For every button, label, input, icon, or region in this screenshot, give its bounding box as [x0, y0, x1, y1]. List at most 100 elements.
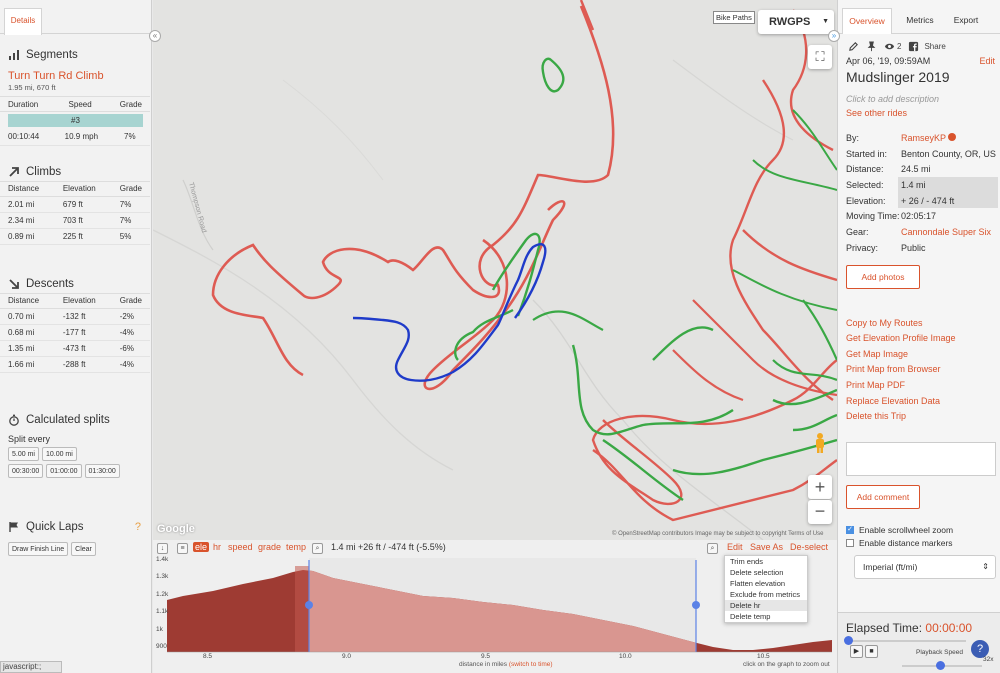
deselect-button[interactable]: De-select: [790, 542, 828, 552]
table-row[interactable]: 0.89 mi 225 ft 5%: [0, 228, 150, 245]
download-icon[interactable]: ↓: [157, 543, 168, 554]
print-map-browser-link[interactable]: Print Map from Browser: [846, 364, 941, 374]
save-as-button[interactable]: Save As: [750, 542, 783, 552]
zoom-selection-icon[interactable]: ⌕: [707, 543, 718, 554]
add-comment-button[interactable]: Add comment: [846, 485, 920, 509]
zoom-in-button[interactable]: +: [808, 475, 832, 499]
zoom-search-icon[interactable]: ⌕: [312, 543, 323, 554]
cell: 0.89 mi: [0, 228, 55, 245]
stop-icon: ■: [869, 648, 874, 655]
see-other-rides-link[interactable]: See other rides: [846, 108, 907, 118]
menu-item-flatten-elevation[interactable]: Flatten elevation: [725, 578, 807, 589]
map-image-link[interactable]: Get Map Image: [846, 349, 908, 359]
tab-details[interactable]: Details: [4, 8, 42, 35]
info-value: 1.4 mi: [901, 180, 926, 191]
menu-item-delete-selection[interactable]: Delete selection: [725, 567, 807, 578]
split-10mi-button[interactable]: 10.00 mi: [41, 446, 77, 461]
help-icon[interactable]: ?: [135, 521, 141, 533]
tab-export[interactable]: Export: [948, 8, 984, 34]
replace-elevation-link[interactable]: Replace Elevation Data: [846, 396, 940, 406]
checkbox-checked[interactable]: ✓: [846, 526, 854, 534]
units-select[interactable]: Imperial (ft/mi) ⇕: [854, 555, 996, 579]
edit-pencil-icon[interactable]: [848, 41, 859, 52]
menu-icon[interactable]: ≡: [177, 543, 188, 554]
table-row[interactable]: 1.66 mi -288 ft -4%: [0, 356, 150, 373]
table-row[interactable]: 0.68 mi -177 ft -4%: [0, 324, 150, 341]
tag-speed[interactable]: speed: [228, 542, 253, 552]
scrollwheel-option[interactable]: ✓ Enable scrollwheel zoom: [846, 525, 953, 535]
facebook-icon[interactable]: [908, 41, 919, 52]
tab-metrics[interactable]: Metrics: [900, 8, 940, 34]
map-layer-select[interactable]: RWGPS ▼: [758, 10, 834, 34]
split-30min-button[interactable]: 00:30:00: [8, 463, 44, 478]
distance-markers-option[interactable]: Enable distance markers: [846, 538, 953, 548]
distance-markers-label: Enable distance markers: [859, 538, 953, 548]
switch-to-time-link[interactable]: (switch to time): [509, 661, 553, 668]
add-description[interactable]: Click to add description: [846, 94, 939, 104]
split-5mi-button[interactable]: 5.00 mi: [8, 446, 39, 461]
table-row[interactable]: 2.34 mi 703 ft 7%: [0, 212, 150, 229]
selection-start-handle[interactable]: [305, 601, 313, 609]
x-tick: 10.5: [757, 653, 770, 660]
copy-to-routes-link[interactable]: Copy to My Routes: [846, 318, 923, 328]
edit-button[interactable]: Edit: [727, 542, 743, 552]
collapse-right-button[interactable]: »: [828, 30, 840, 42]
x-tick: 8.5: [203, 653, 213, 660]
collapse-left-button[interactable]: «: [149, 30, 161, 42]
x-axis-label: distance in miles: [459, 661, 508, 668]
table-row[interactable]: 2.01 mi 679 ft 7%: [0, 196, 150, 213]
pegman-icon[interactable]: [812, 432, 828, 454]
cell: 1.66 mi: [0, 356, 55, 373]
speed-handle[interactable]: [936, 661, 945, 670]
menu-item-trim-ends[interactable]: Trim ends: [725, 556, 807, 567]
selection-end-handle[interactable]: [692, 601, 700, 609]
col-header: Grade: [111, 180, 150, 197]
play-icon: ▶: [853, 648, 860, 655]
cell: 2.01 mi: [0, 196, 55, 213]
menu-item-delete-hr[interactable]: Delete hr: [725, 600, 807, 611]
tab-overview[interactable]: Overview: [842, 8, 892, 34]
left-tabbar: Details: [0, 0, 151, 35]
menu-item-delete-temp[interactable]: Delete temp: [725, 611, 807, 622]
view-count: 2: [897, 42, 902, 51]
tag-hr[interactable]: hr: [213, 542, 221, 552]
bike-paths-toggle[interactable]: Bike Paths: [713, 11, 755, 24]
playback-track[interactable]: [846, 640, 966, 642]
author-link[interactable]: RamseyKP: [901, 133, 946, 143]
menu-item-exclude-metrics[interactable]: Exclude from metrics: [725, 589, 807, 600]
draw-finish-line-button[interactable]: Draw Finish Line: [8, 541, 69, 556]
table-row[interactable]: 1.35 mi -473 ft -6%: [0, 340, 150, 357]
edit-ride-link[interactable]: Edit: [979, 56, 995, 66]
play-button[interactable]: ▶: [850, 645, 863, 658]
comment-textarea[interactable]: [846, 442, 996, 476]
segment-name[interactable]: Turn Turn Rd Climb: [0, 70, 151, 82]
tag-ele[interactable]: ele: [193, 542, 210, 552]
tag-temp[interactable]: temp: [286, 542, 306, 552]
cell: 10.9 mph: [56, 129, 116, 146]
map-canvas[interactable]: Thompson Road Bike Paths RWGPS ▼ ⛶ + − G…: [153, 0, 837, 540]
add-photos-button[interactable]: Add photos: [846, 265, 920, 289]
stop-button[interactable]: ■: [865, 645, 878, 658]
tag-grade[interactable]: grade: [258, 542, 281, 552]
right-tabs: Overview Metrics Export: [838, 0, 1000, 34]
verified-icon: [948, 133, 956, 141]
checkbox[interactable]: [846, 539, 854, 547]
gear-link[interactable]: Cannondale Super Six: [901, 227, 991, 237]
share-link[interactable]: Share: [924, 42, 945, 51]
info-value: + 26 / - 474 ft: [901, 195, 955, 206]
clear-button[interactable]: Clear: [71, 541, 96, 556]
col-header: Grade: [111, 96, 150, 112]
playback-handle[interactable]: [844, 636, 853, 645]
zoom-out-button[interactable]: −: [808, 500, 832, 524]
split-90min-button[interactable]: 01:30:00: [84, 463, 120, 478]
split-60min-button[interactable]: 01:00:00: [46, 463, 82, 478]
delete-trip-link[interactable]: Delete this Trip: [846, 411, 906, 421]
left-sidebar: Details Segments Turn Turn Rd Climb 1.95…: [0, 0, 152, 673]
fullscreen-button[interactable]: ⛶: [808, 45, 832, 69]
cell: 7%: [111, 196, 150, 213]
y-tick: 1.4k: [156, 556, 169, 563]
print-map-pdf-link[interactable]: Print Map PDF: [846, 380, 905, 390]
table-row[interactable]: 0.70 mi -132 ft -2%: [0, 308, 150, 325]
pin-icon[interactable]: [866, 41, 877, 52]
elevation-image-link[interactable]: Get Elevation Profile Image: [846, 333, 956, 343]
